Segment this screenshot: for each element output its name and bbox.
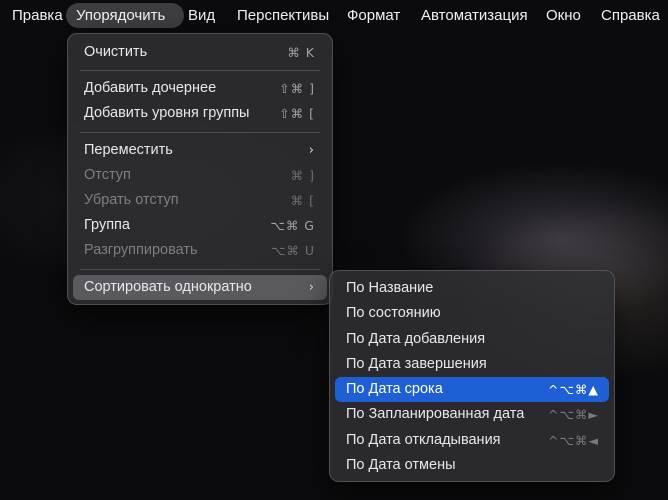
menu-item-shortcut: ^⌥⌘◄ bbox=[548, 433, 599, 448]
menubar-item-help[interactable]: Справка bbox=[591, 3, 668, 28]
menubar-item-perspectives[interactable]: Перспективы bbox=[227, 3, 339, 28]
menu-item-label: Сортировать однократно bbox=[84, 279, 252, 295]
menu-item-label: Добавить дочернее bbox=[84, 80, 217, 96]
menu-item-shortcut: ⌘ K bbox=[287, 45, 315, 60]
sort-by-defer-date[interactable]: По Дата откладывания ^⌥⌘◄ bbox=[335, 428, 609, 453]
menu-item-label: Убрать отступ bbox=[84, 192, 179, 208]
menu-item-label: Добавить уровня группы bbox=[84, 105, 250, 121]
organize-menu: Очистить ⌘ K Добавить дочернее ⇧⌘ ] Доба… bbox=[67, 33, 333, 305]
menubar-item-window[interactable]: Окно bbox=[536, 3, 591, 28]
menu-item-label: По состоянию bbox=[346, 305, 441, 321]
sort-by-completion-date[interactable]: По Дата завершения bbox=[335, 352, 609, 377]
menu-item-label: Разгруппировать bbox=[84, 242, 198, 258]
menu-item-label: По Дата добавления bbox=[346, 331, 486, 347]
menu-item-shortcut: ⌥⌘ U bbox=[270, 243, 315, 258]
menubar-item-view[interactable]: Вид bbox=[178, 3, 225, 28]
menu-item-label: По Запланированная дата bbox=[346, 406, 525, 422]
menu-item-shortcut: ^⌥⌘► bbox=[548, 407, 599, 422]
menu-item-shortcut: ^⌥⌘▲ bbox=[548, 382, 599, 397]
menu-item-label: По Дата срока bbox=[346, 381, 443, 397]
menu-item-move[interactable]: Переместить › bbox=[73, 138, 327, 163]
menu-item-group[interactable]: Группа ⌥⌘ G bbox=[73, 213, 327, 238]
menu-item-label: Переместить bbox=[84, 142, 173, 158]
menubar-item-format[interactable]: Формат bbox=[337, 3, 410, 28]
menubar-item-organize[interactable]: Упорядочить bbox=[66, 3, 184, 28]
sort-submenu: По Название По состоянию По Дата добавле… bbox=[329, 270, 615, 482]
sort-by-status[interactable]: По состоянию bbox=[335, 301, 609, 326]
menu-item-label: По Название bbox=[346, 280, 434, 296]
sort-by-due-date[interactable]: По Дата срока ^⌥⌘▲ bbox=[335, 377, 609, 402]
menu-item-label: Очистить bbox=[84, 44, 148, 60]
sort-by-date-added[interactable]: По Дата добавления bbox=[335, 327, 609, 352]
menu-item-shortcut: ⌘ ] bbox=[290, 168, 315, 183]
menu-item-indent[interactable]: Отступ ⌘ ] bbox=[73, 163, 327, 188]
menu-item-outdent[interactable]: Убрать отступ ⌘ [ bbox=[73, 188, 327, 213]
menu-item-ungroup[interactable]: Разгруппировать ⌥⌘ U bbox=[73, 238, 327, 263]
menu-item-label: По Дата отмены bbox=[346, 457, 456, 473]
menubar-item-automation[interactable]: Автоматизация bbox=[411, 3, 538, 28]
menu-item-label: Группа bbox=[84, 217, 130, 233]
chevron-right-icon: › bbox=[308, 143, 314, 158]
menu-separator bbox=[80, 269, 320, 270]
menu-item-label: По Дата откладывания bbox=[346, 432, 501, 448]
menu-item-shortcut: ⇧⌘ [ bbox=[279, 106, 315, 121]
menu-item-label: Отступ bbox=[84, 167, 131, 183]
menu-item-shortcut: ⌥⌘ G bbox=[270, 218, 315, 233]
menu-separator bbox=[80, 70, 320, 71]
chevron-right-icon: › bbox=[308, 280, 314, 295]
menubar-item-edit[interactable]: Правка bbox=[2, 3, 73, 28]
menu-separator bbox=[80, 132, 320, 133]
menu-item-label: По Дата завершения bbox=[346, 356, 487, 372]
menu-item-clean-up[interactable]: Очистить ⌘ K bbox=[73, 40, 327, 65]
menu-item-add-group-level[interactable]: Добавить уровня группы ⇧⌘ [ bbox=[73, 101, 327, 126]
menu-bar: Правка Упорядочить Вид Перспективы Форма… bbox=[0, 0, 668, 32]
menu-item-shortcut: ⇧⌘ ] bbox=[279, 81, 315, 96]
sort-by-title[interactable]: По Название bbox=[335, 276, 609, 301]
menu-item-sort-once[interactable]: Сортировать однократно › bbox=[73, 275, 327, 300]
sort-by-planned-date[interactable]: По Запланированная дата ^⌥⌘► bbox=[335, 402, 609, 427]
menu-item-shortcut: ⌘ [ bbox=[290, 193, 315, 208]
menu-item-add-child[interactable]: Добавить дочернее ⇧⌘ ] bbox=[73, 76, 327, 101]
sort-by-cancel-date[interactable]: По Дата отмены bbox=[335, 453, 609, 478]
